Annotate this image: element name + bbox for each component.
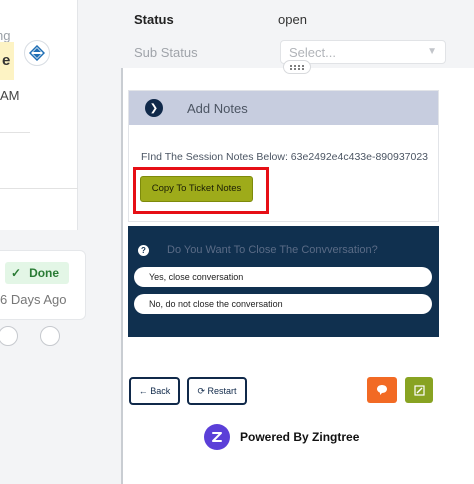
chevron-down-icon: ▼	[427, 46, 437, 57]
done-label: Done	[29, 266, 60, 280]
back-label: Back	[150, 386, 171, 396]
substatus-label: Sub Status	[134, 45, 198, 60]
chevron-right-icon[interactable]: ❯	[145, 99, 163, 117]
radio-circle[interactable]	[0, 326, 18, 346]
copy-to-ticket-notes-button[interactable]: Copy To Ticket Notes	[140, 176, 253, 202]
session-notes-text: FInd The Session Notes Below: 63e2492e4c…	[141, 151, 429, 163]
refresh-icon: ⟳	[197, 386, 205, 396]
cropped-time-fragment: AM	[0, 88, 20, 103]
arrow-left-icon: ←	[138, 386, 148, 396]
chat-button[interactable]	[367, 377, 397, 403]
radio-circle[interactable]	[40, 326, 60, 346]
restart-label: Restart	[207, 386, 237, 396]
pencil-square-icon	[413, 384, 425, 396]
close-question: ? Do You Want To Close The Convversation…	[138, 244, 378, 256]
back-button[interactable]: ← Back	[129, 377, 180, 405]
question-icon: ?	[138, 244, 149, 256]
ticket-list-card: ng e AM	[0, 0, 78, 230]
done-status-badge: ✓ Done	[5, 262, 70, 284]
cropped-badge-fragment: e	[0, 42, 14, 80]
status-label: Status	[134, 12, 174, 27]
notes-title: Add Notes	[187, 100, 248, 116]
restart-button[interactable]: ⟳ Restart	[187, 377, 247, 405]
divider	[0, 132, 30, 133]
status-value[interactable]: open	[278, 12, 307, 27]
company-logo-icon[interactable]	[24, 40, 50, 66]
check-icon: ✓	[11, 266, 22, 280]
option-yes-close[interactable]: Yes, close conversation	[134, 267, 432, 287]
edit-button[interactable]	[405, 377, 433, 403]
notes-header[interactable]: ❯ Add Notes	[129, 91, 438, 125]
divider	[0, 188, 78, 189]
status-section: Status open Sub Status Select... ▼	[108, 0, 474, 68]
cropped-text-fragment: ng	[0, 28, 11, 43]
option-no-close[interactable]: No, do not close the conversation	[134, 294, 432, 314]
zingtree-logo-icon	[204, 424, 230, 450]
task-card	[0, 250, 86, 320]
substatus-placeholder: Select...	[289, 45, 336, 60]
close-question-text: Do You Want To Close The Convversation?	[167, 244, 378, 256]
powered-by-zingtree[interactable]: Powered By Zingtree	[204, 424, 359, 450]
resize-drag-handle[interactable]	[283, 60, 311, 74]
powered-by-text: Powered By Zingtree	[240, 430, 360, 444]
chat-bubble-icon	[377, 385, 387, 395]
relative-time: 6 Days Ago	[0, 292, 67, 307]
close-conversation-card: ? Do You Want To Close The Convversation…	[128, 226, 439, 337]
